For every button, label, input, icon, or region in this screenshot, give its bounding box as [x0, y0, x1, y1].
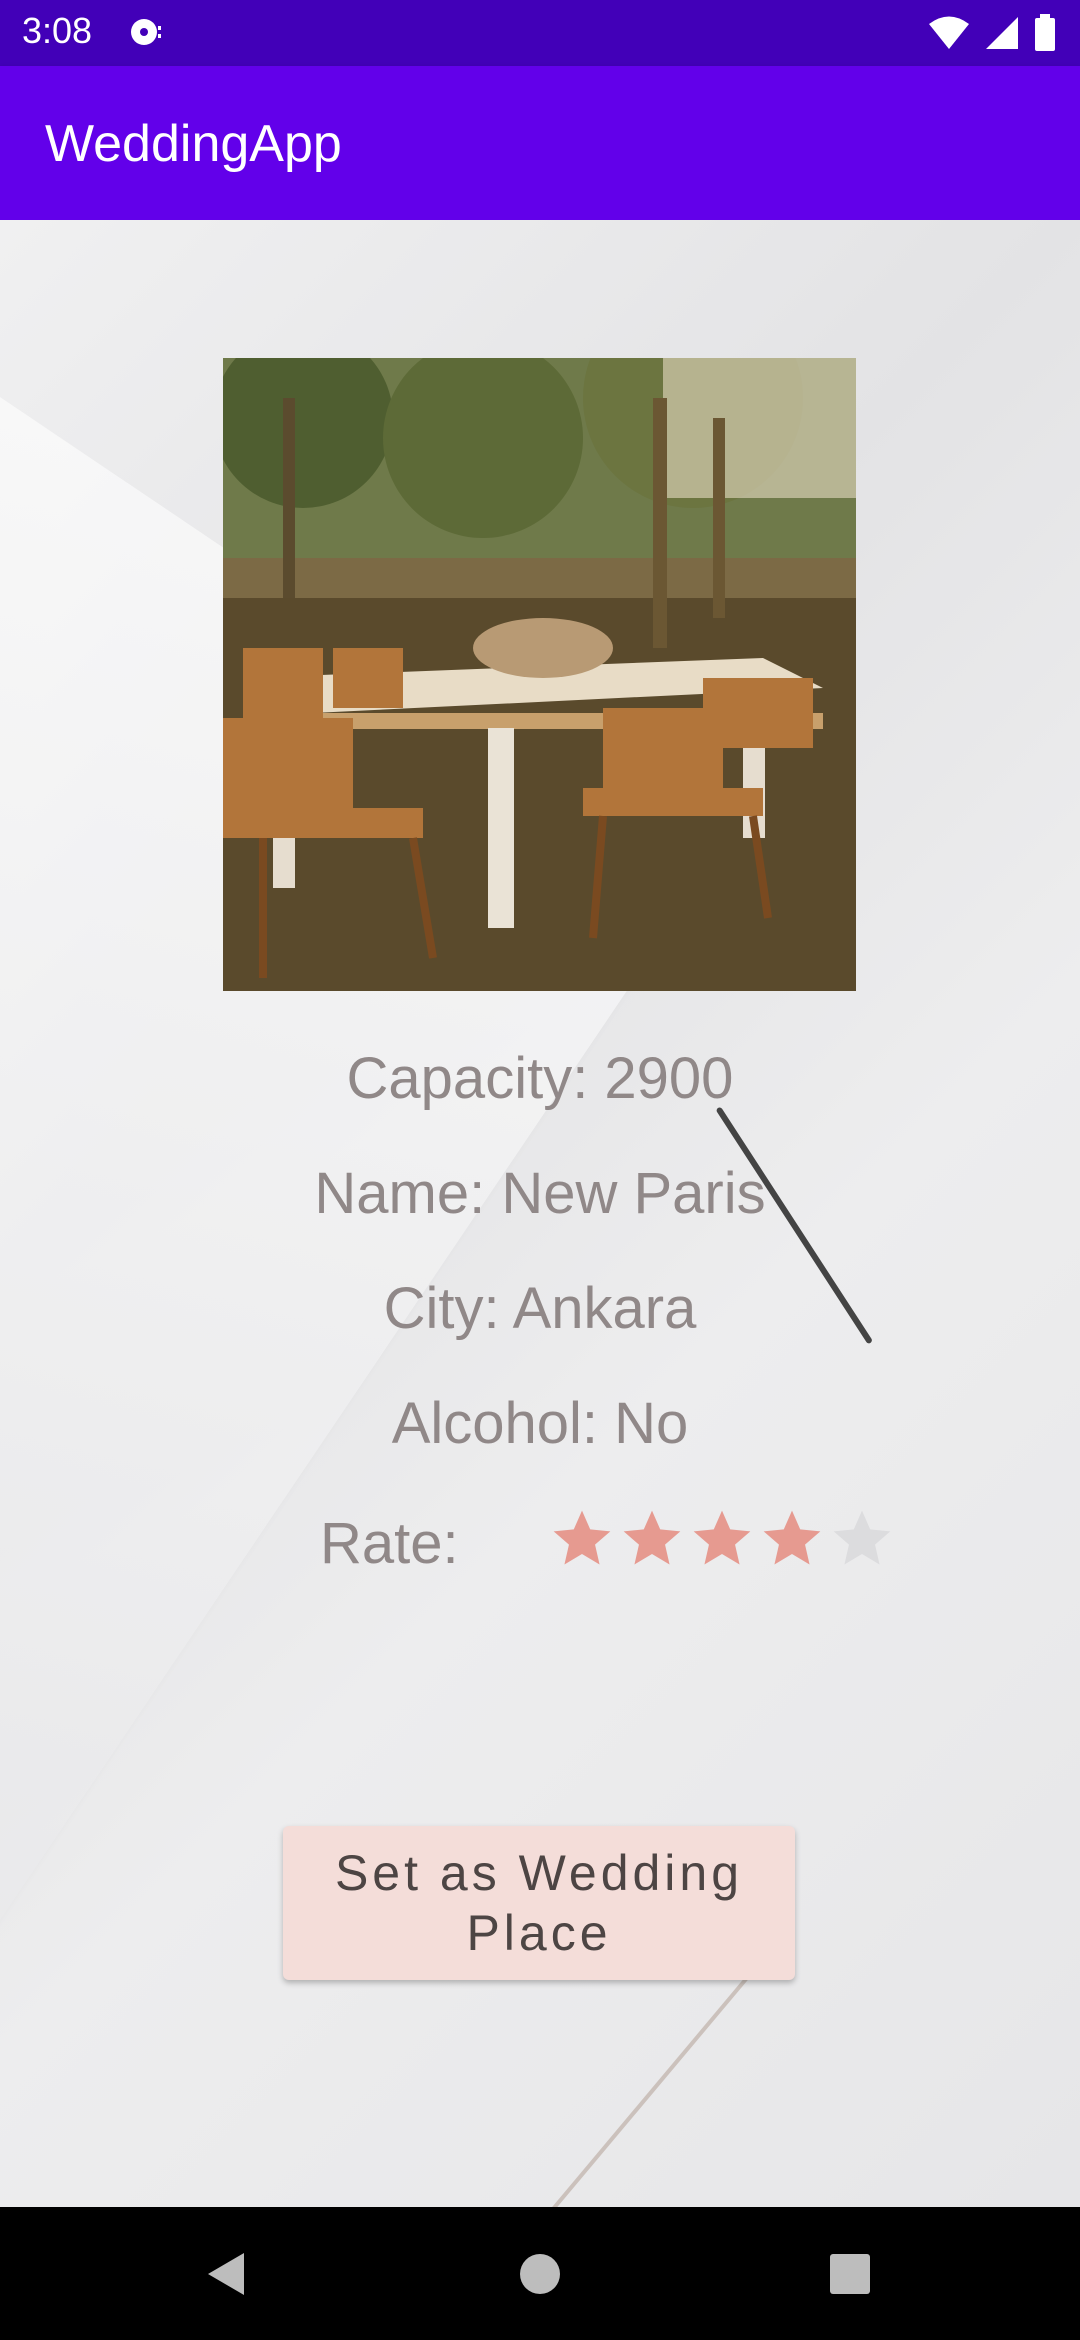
alcohol-text: Alcohol: No: [391, 1391, 689, 1456]
navigation-bar: [0, 2207, 1080, 2340]
recents-icon: [830, 2253, 870, 2294]
venue-photo: [223, 358, 856, 991]
home-icon: [520, 2253, 560, 2294]
star-filled-icon[interactable]: [688, 1505, 756, 1573]
rating-bar[interactable]: [548, 1505, 896, 1573]
venue-name-text: Name: New Paris: [314, 1161, 766, 1226]
recents-button[interactable]: [780, 2207, 920, 2340]
back-icon: [208, 2252, 244, 2295]
status-time: 3:08: [22, 10, 93, 51]
capacity-text: Capacity: 2900: [346, 1046, 734, 1111]
back-button[interactable]: [156, 2207, 296, 2340]
status-icons: [928, 14, 1056, 52]
status-bar: 3:08: [0, 0, 1080, 66]
rate-label: Rate:: [320, 1511, 459, 1576]
wifi-icon: [929, 16, 969, 49]
star-empty-icon[interactable]: [828, 1505, 896, 1573]
star-filled-icon[interactable]: [618, 1505, 686, 1573]
background-marble-vein: [548, 1958, 764, 2207]
home-button[interactable]: [470, 2207, 610, 2340]
city-text: City: Ankara: [383, 1276, 697, 1341]
app-title: WeddingApp: [45, 115, 342, 173]
signal-icon: [986, 17, 1018, 49]
star-filled-icon[interactable]: [758, 1505, 826, 1573]
set-wedding-place-button[interactable]: Set as Wedding Place: [283, 1826, 795, 1980]
star-filled-icon[interactable]: [548, 1505, 616, 1573]
app-bar: WeddingApp: [0, 66, 1080, 220]
media-notification-icon: [131, 19, 161, 45]
battery-icon: [1035, 14, 1055, 51]
